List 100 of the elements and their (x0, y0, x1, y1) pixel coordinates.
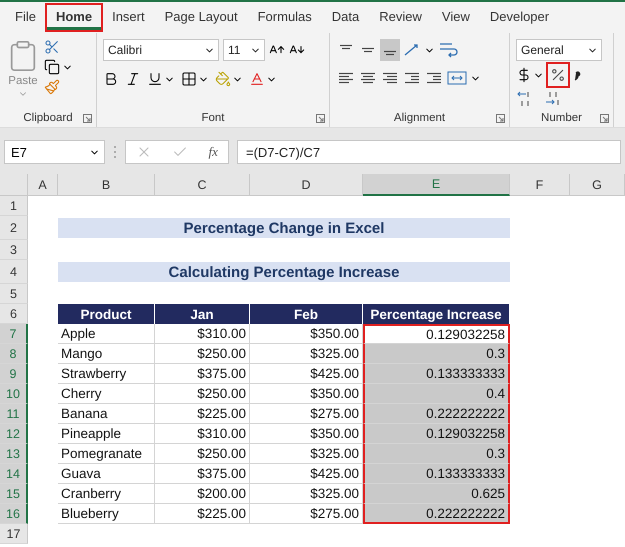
align-left-icon[interactable] (337, 70, 355, 86)
cut-icon[interactable] (44, 39, 60, 55)
table-cell: $310.00 (155, 424, 250, 444)
table-cell: $275.00 (250, 404, 363, 424)
table-cell: $325.00 (250, 444, 363, 464)
table-cell: Blueberry (58, 504, 155, 524)
number-format-select[interactable]: General (516, 39, 602, 61)
font-name-select[interactable]: Calibri (103, 39, 219, 61)
drag-handle-icon[interactable] (113, 145, 117, 159)
table-cell: $350.00 (250, 424, 363, 444)
font-size-select[interactable]: 11 (223, 39, 265, 61)
row-header[interactable]: 9 (0, 364, 28, 384)
table-cell: Guava (58, 464, 155, 484)
row-header[interactable]: 8 (0, 344, 28, 364)
align-right-icon[interactable] (381, 70, 399, 86)
menu-tab[interactable]: Formulas (248, 5, 321, 30)
group-label: Clipboard (23, 112, 73, 124)
dialog-launcher-icon[interactable] (600, 114, 609, 123)
row-header[interactable]: 2 (0, 216, 28, 240)
sheet-title: Percentage Change in Excel (58, 218, 510, 238)
table-cell: $250.00 (155, 384, 250, 404)
row-header[interactable]: 17 (0, 524, 28, 544)
copy-icon[interactable] (44, 59, 60, 75)
column-header[interactable]: E (363, 174, 510, 196)
table-cell: $275.00 (250, 504, 363, 524)
insert-function-button[interactable]: fx (208, 144, 218, 160)
table-cell: $310.00 (155, 324, 250, 344)
table-cell: $350.00 (250, 384, 363, 404)
column-header[interactable]: C (155, 174, 250, 196)
row-header[interactable]: 1 (0, 196, 28, 216)
dialog-launcher-icon[interactable] (316, 114, 325, 123)
row-header[interactable]: 10 (0, 384, 28, 404)
align-center-icon[interactable] (359, 70, 377, 86)
table-cell: Pomegranate (58, 444, 155, 464)
table-cell: 0.222222222 (363, 404, 510, 424)
menu-tab[interactable]: View (432, 5, 479, 30)
decrease-indent-icon[interactable] (403, 70, 421, 86)
menu-tab[interactable]: Developer (480, 5, 558, 30)
table-cell: 0.222222222 (363, 504, 510, 524)
merge-cells-icon[interactable] (446, 70, 468, 86)
row-header[interactable]: 5 (0, 284, 28, 304)
table-cell: 0.133333333 (363, 364, 510, 384)
menu-tab[interactable]: Page Layout (156, 5, 247, 30)
table-cell: Banana (58, 404, 155, 424)
menu-tab[interactable]: Review (370, 5, 431, 30)
underline-icon[interactable] (147, 71, 163, 87)
row-header[interactable]: 6 (0, 304, 28, 324)
table-cell: Cranberry (58, 484, 155, 504)
dialog-launcher-icon[interactable] (83, 114, 92, 123)
menu-tab[interactable]: Data (322, 5, 368, 30)
row-header[interactable]: 14 (0, 464, 28, 484)
fill-color-icon[interactable] (215, 71, 231, 87)
dialog-launcher-icon[interactable] (496, 114, 505, 123)
menu-tab[interactable]: Home (46, 5, 102, 30)
percent-icon[interactable] (550, 67, 566, 83)
table-cell: $250.00 (155, 444, 250, 464)
table-cell: 0.3 (363, 344, 510, 364)
table-cell: $200.00 (155, 484, 250, 504)
row-header[interactable]: 11 (0, 404, 28, 424)
table-cell: $225.00 (155, 504, 250, 524)
column-header[interactable]: B (58, 174, 155, 196)
row-header[interactable]: 16 (0, 504, 28, 524)
font-color-icon[interactable] (249, 71, 265, 87)
row-header[interactable]: 13 (0, 444, 28, 464)
table-cell: Pineapple (58, 424, 155, 444)
table-cell: 0.133333333 (363, 464, 510, 484)
column-header[interactable]: D (250, 174, 363, 196)
column-header-cell: Product (58, 304, 155, 324)
italic-icon[interactable] (125, 71, 141, 87)
table-cell: Mango (58, 344, 155, 364)
table-cell: 0.625 (363, 484, 510, 504)
menu-tab[interactable]: File (6, 5, 45, 30)
group-label: Font (201, 112, 224, 124)
formula-field[interactable]: =(D7-C7)/C7 (237, 140, 621, 164)
menu-tab[interactable]: Insert (103, 5, 154, 30)
table-cell: $375.00 (155, 464, 250, 484)
borders-icon[interactable] (181, 71, 197, 87)
table-cell: 0.4 (363, 384, 510, 404)
row-header[interactable]: 3 (0, 240, 28, 260)
wrap-text-icon[interactable] (437, 41, 459, 59)
table-cell: Strawberry (58, 364, 155, 384)
column-header[interactable]: G (570, 174, 625, 196)
row-header[interactable]: 12 (0, 424, 28, 444)
group-label: Number (541, 112, 582, 124)
increase-indent-icon[interactable] (425, 70, 443, 86)
table-cell: Cherry (58, 384, 155, 404)
row-header[interactable]: 7 (0, 324, 28, 344)
table-cell: Apple (58, 324, 155, 344)
table-cell: $225.00 (155, 404, 250, 424)
group-label: Alignment (394, 112, 446, 124)
table-cell: $325.00 (250, 344, 363, 364)
column-header[interactable]: F (510, 174, 570, 196)
column-header[interactable]: A (28, 174, 58, 196)
name-box[interactable]: E7 (4, 140, 105, 164)
table-cell: 0.3 (363, 444, 510, 464)
table-cell: $250.00 (155, 344, 250, 364)
table-cell: $375.00 (155, 364, 250, 384)
row-header[interactable]: 15 (0, 484, 28, 504)
row-header[interactable]: 4 (0, 260, 28, 284)
column-header-cell: Feb (250, 304, 363, 324)
